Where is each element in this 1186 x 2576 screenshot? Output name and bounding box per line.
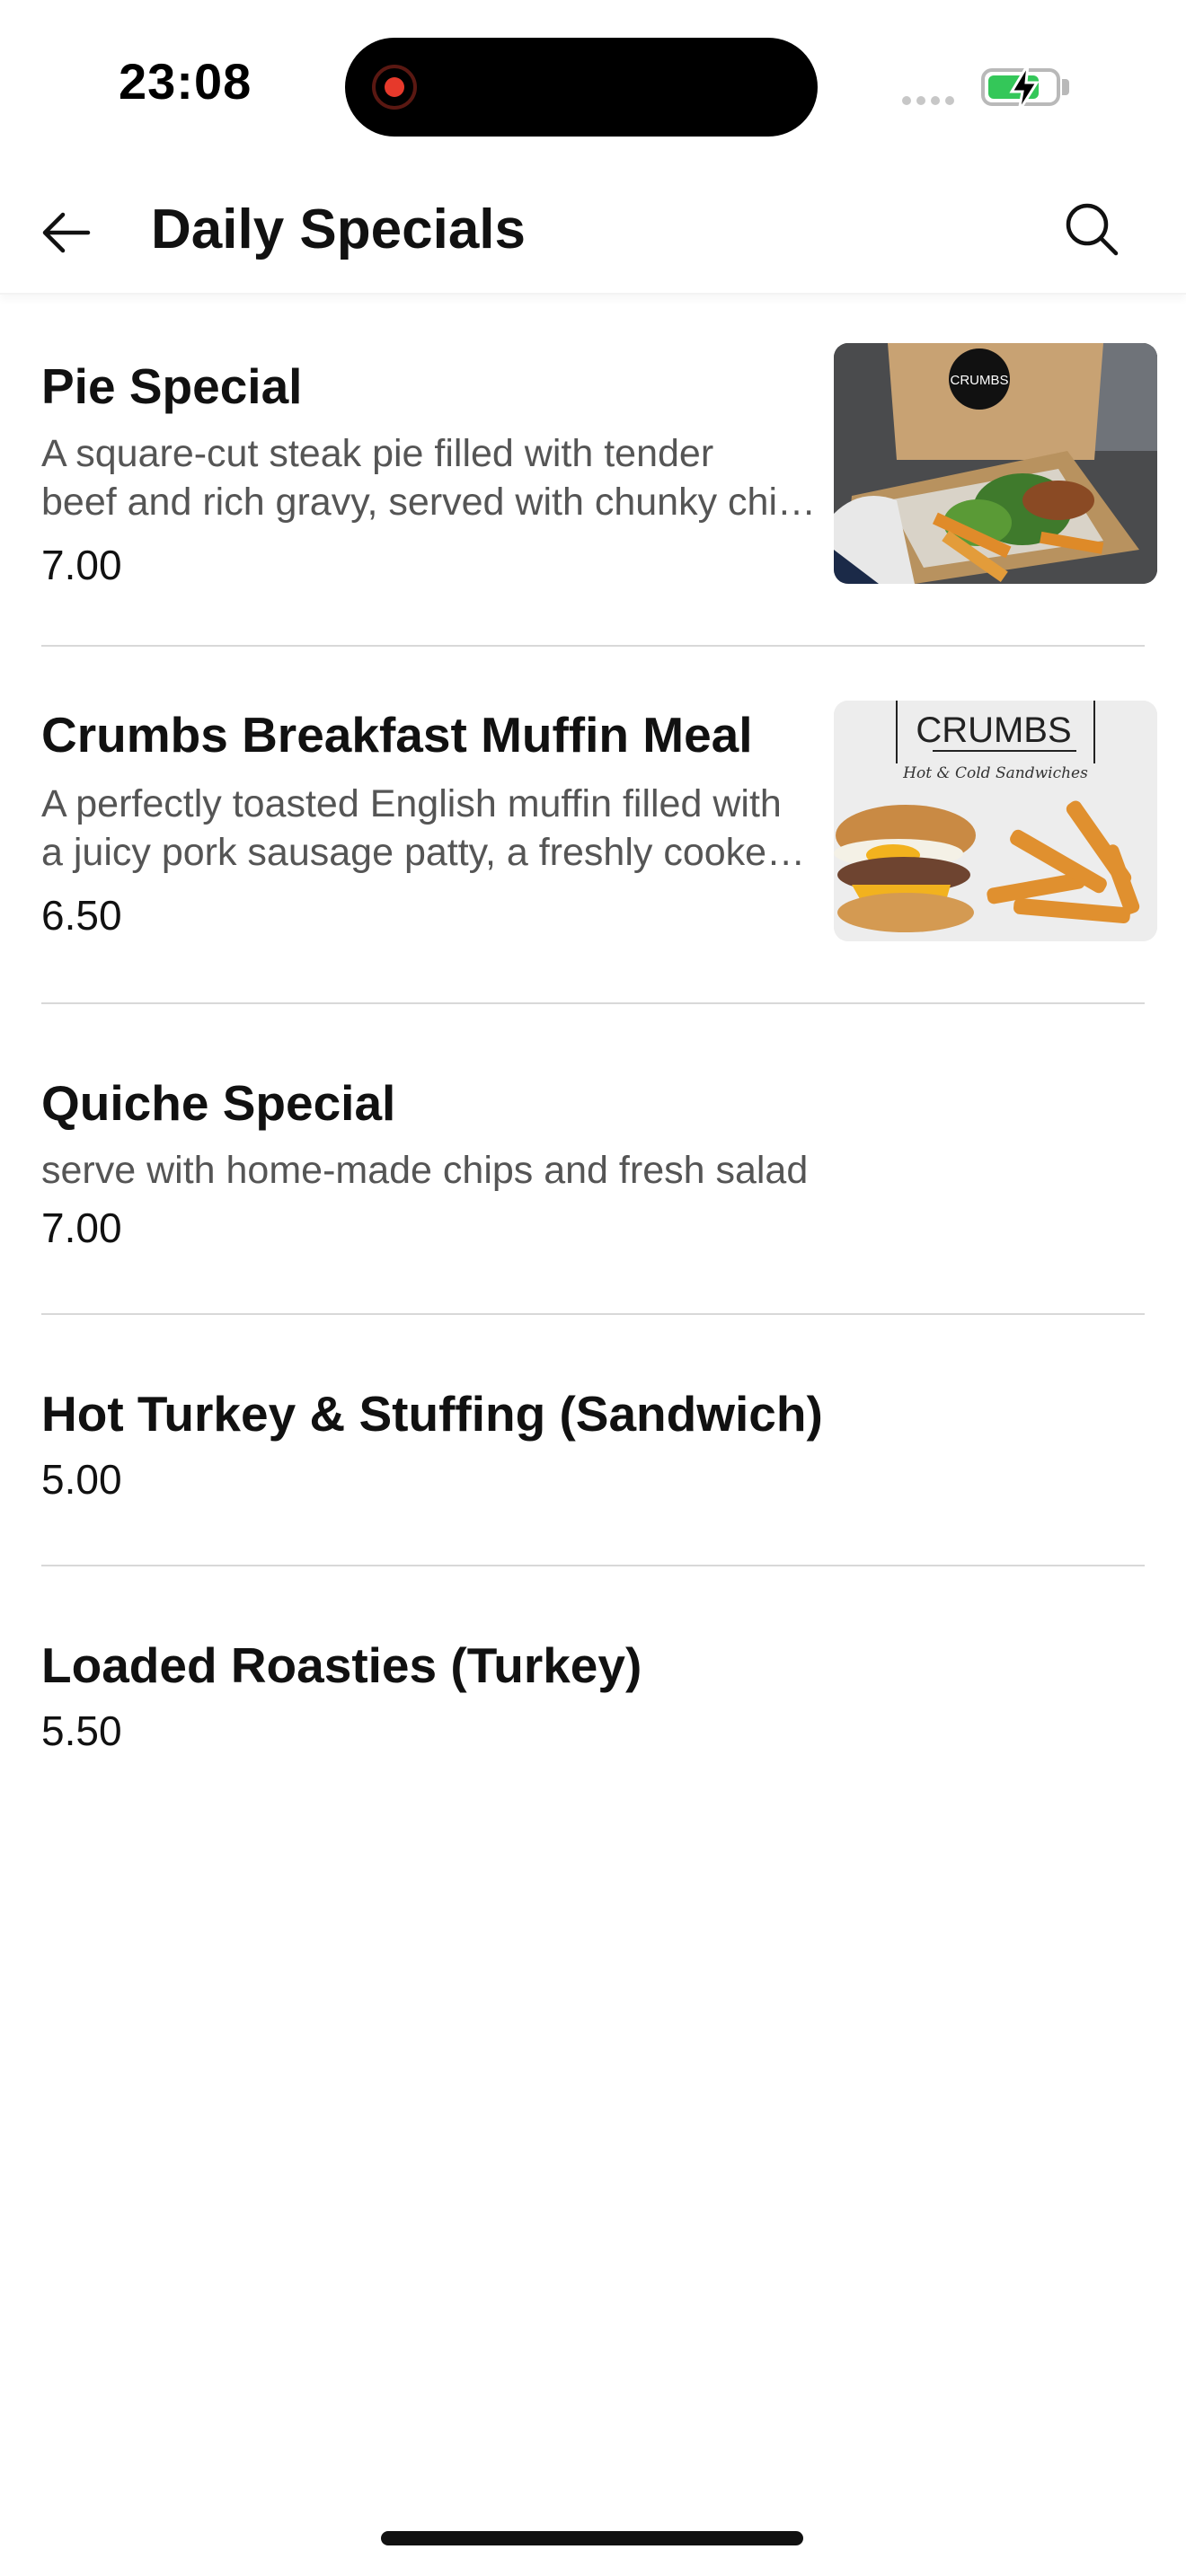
item-name: Hot Turkey & Stuffing (Sandwich) bbox=[41, 1386, 823, 1442]
item-description: A perfectly toasted English muffin fille… bbox=[41, 780, 841, 877]
item-name: Loaded Roasties (Turkey) bbox=[41, 1637, 642, 1693]
item-description-line: beef and rich gravy, served with chunky … bbox=[41, 481, 816, 524]
item-name: Pie Special bbox=[41, 358, 303, 414]
page-title: Daily Specials bbox=[151, 198, 527, 260]
screen-recording-icon bbox=[372, 65, 417, 110]
menu-item-quiche-special[interactable]: Quiche Special serve with home-made chip… bbox=[41, 1004, 1145, 1315]
item-description: serve with home-made chips and fresh sal… bbox=[41, 1149, 809, 1192]
charging-bolt-icon bbox=[1009, 64, 1040, 112]
menu-item-hot-turkey-stuffing[interactable]: Hot Turkey & Stuffing (Sandwich) 5.00 bbox=[41, 1315, 1145, 1566]
menu-item-pie-special[interactable]: Pie Special A square-cut steak pie fille… bbox=[41, 296, 1157, 647]
item-name: Crumbs Breakfast Muffin Meal bbox=[41, 707, 753, 763]
menu-item-breakfast-muffin-meal[interactable]: Crumbs Breakfast Muffin Meal A perfectly… bbox=[41, 647, 1157, 1004]
item-description-line: A square-cut steak pie filled with tende… bbox=[41, 432, 714, 475]
photo-brand-text: CRUMBS bbox=[950, 373, 1008, 388]
dynamic-island bbox=[345, 38, 818, 137]
item-price: 7.00 bbox=[41, 1204, 122, 1251]
home-indicator[interactable] bbox=[381, 2531, 803, 2545]
photo-brand-text: CRUMBS bbox=[916, 710, 1071, 750]
menu-item-loaded-roasties[interactable]: Loaded Roasties (Turkey) 5.50 bbox=[41, 1566, 1145, 1791]
item-price: 5.50 bbox=[41, 1707, 122, 1754]
item-description-line: A perfectly toasted English muffin fille… bbox=[41, 782, 782, 825]
battery-tip bbox=[1062, 79, 1069, 95]
item-price: 5.00 bbox=[41, 1456, 122, 1503]
status-time: 23:08 bbox=[119, 53, 252, 110]
status-bar: 23:08 bbox=[0, 0, 1186, 162]
item-description: A square-cut steak pie filled with tende… bbox=[41, 429, 832, 526]
item-name: Quiche Special bbox=[41, 1075, 396, 1131]
cellular-signal-icon bbox=[902, 93, 963, 105]
photo-brand-subtext: Hot & Cold Sandwiches bbox=[902, 764, 1088, 782]
back-arrow-icon[interactable] bbox=[36, 201, 99, 264]
search-icon[interactable] bbox=[1060, 198, 1125, 262]
item-price: 6.50 bbox=[41, 892, 122, 939]
app-header: Daily Specials bbox=[0, 162, 1186, 295]
item-photo: CRUMBS Hot & Cold Sandwiches bbox=[834, 701, 1157, 941]
item-price: 7.00 bbox=[41, 542, 122, 588]
item-photo: CRUMBS bbox=[834, 343, 1157, 584]
menu-list: Pie Special A square-cut steak pie fille… bbox=[0, 296, 1186, 1791]
item-description-line: a juicy pork sausage patty, a freshly co… bbox=[41, 831, 806, 874]
